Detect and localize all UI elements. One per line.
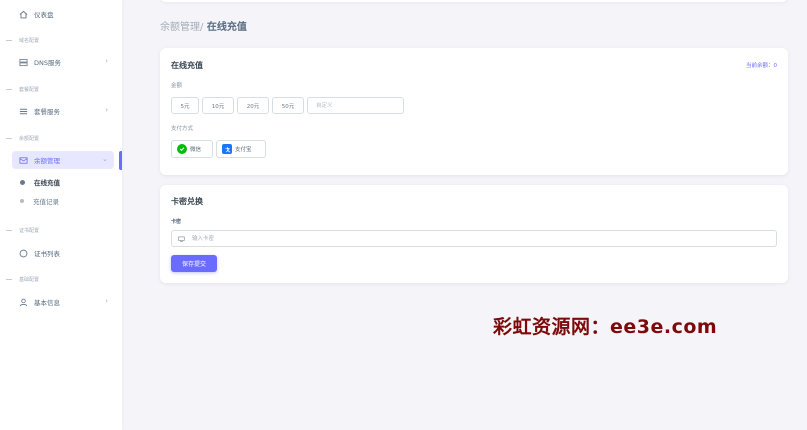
server-icon: [18, 57, 28, 67]
sidebar-item-label: 证书列表: [34, 250, 60, 258]
home-icon: [18, 9, 28, 19]
circle-icon: [18, 248, 28, 258]
wechat-pay-button[interactable]: 微信: [171, 140, 213, 158]
section-header-cert: 证书配置: [6, 227, 39, 234]
active-indicator: [119, 151, 122, 170]
card-key-field: [171, 230, 777, 247]
breadcrumb-parent[interactable]: 余额管理/: [160, 22, 203, 33]
page-title: 在线充值: [203, 22, 247, 33]
section-header-balance: 余额配置: [6, 135, 39, 142]
menu-icon: [18, 106, 28, 116]
chevron-down-icon: ⌄: [102, 155, 108, 163]
amount-5-button[interactable]: 5元: [171, 97, 199, 114]
chevron-right-icon: ›: [105, 57, 108, 65]
sidebar-subitem-history[interactable]: 充值记录: [20, 195, 59, 207]
card-key-label: 卡密: [171, 219, 182, 225]
balance-display: 当前余额：0: [746, 63, 777, 69]
sidebar-item-label: 余额管理: [34, 157, 60, 165]
redeem-card-title: 卡密兑换: [171, 197, 203, 206]
section-header-package: 套餐配置: [6, 86, 39, 93]
chevron-right-icon: ›: [105, 106, 108, 114]
user-icon: [18, 297, 28, 307]
alipay-icon: [222, 144, 232, 154]
sidebar-item-label: 套餐服务: [34, 108, 60, 116]
chevron-right-icon: ›: [105, 297, 108, 305]
pay-method-label: 微信: [190, 147, 202, 153]
alipay-button[interactable]: 支付宝: [216, 140, 266, 158]
navbar: [160, 0, 788, 2]
section-header-domain: 域名配置: [6, 37, 39, 44]
watermark: 彩虹资源网：ee3e.com: [493, 316, 718, 338]
pay-method-label: 支付方式: [171, 126, 194, 132]
amount-20-button[interactable]: 20元: [237, 97, 269, 114]
sidebar-item-cert[interactable]: 证书列表: [12, 244, 114, 262]
amount-10-button[interactable]: 10元: [202, 97, 234, 114]
card-icon: [172, 236, 190, 242]
section-header-basic: 基础配置: [6, 276, 39, 283]
custom-amount-input[interactable]: [307, 97, 404, 114]
sidebar-item-label: 基本信息: [34, 299, 60, 307]
sidebar-item-label: DNS服务: [34, 59, 61, 67]
sidebar: 仪表盘 域名配置 DNS服务 › 套餐配置 套餐服务 › 余额配置 余额管理 ⌄…: [0, 0, 122, 430]
sidebar-subitem-recharge[interactable]: 在线充值: [20, 176, 60, 188]
recharge-card-title: 在线充值: [171, 61, 203, 70]
sidebar-item-balance[interactable]: 余额管理 ⌄: [12, 151, 114, 169]
sidebar-item-basic-info[interactable]: 基本信息 ›: [12, 293, 114, 311]
wechat-icon: [177, 144, 187, 154]
amount-label: 金额: [171, 83, 183, 89]
sidebar-item-dns[interactable]: DNS服务 ›: [12, 53, 114, 71]
amount-50-button[interactable]: 50元: [272, 97, 304, 114]
wallet-icon: [18, 155, 28, 165]
card-key-input[interactable]: [190, 234, 776, 243]
sidebar-item-label: 仪表盘: [34, 11, 54, 19]
pay-method-label: 支付宝: [235, 147, 252, 153]
sidebar-item-package[interactable]: 套餐服务 ›: [12, 102, 114, 120]
breadcrumb: 余额管理/ 在线充值: [160, 18, 247, 33]
submit-button[interactable]: 保存提交: [171, 255, 217, 272]
sidebar-item-dashboard[interactable]: 仪表盘: [12, 5, 114, 23]
